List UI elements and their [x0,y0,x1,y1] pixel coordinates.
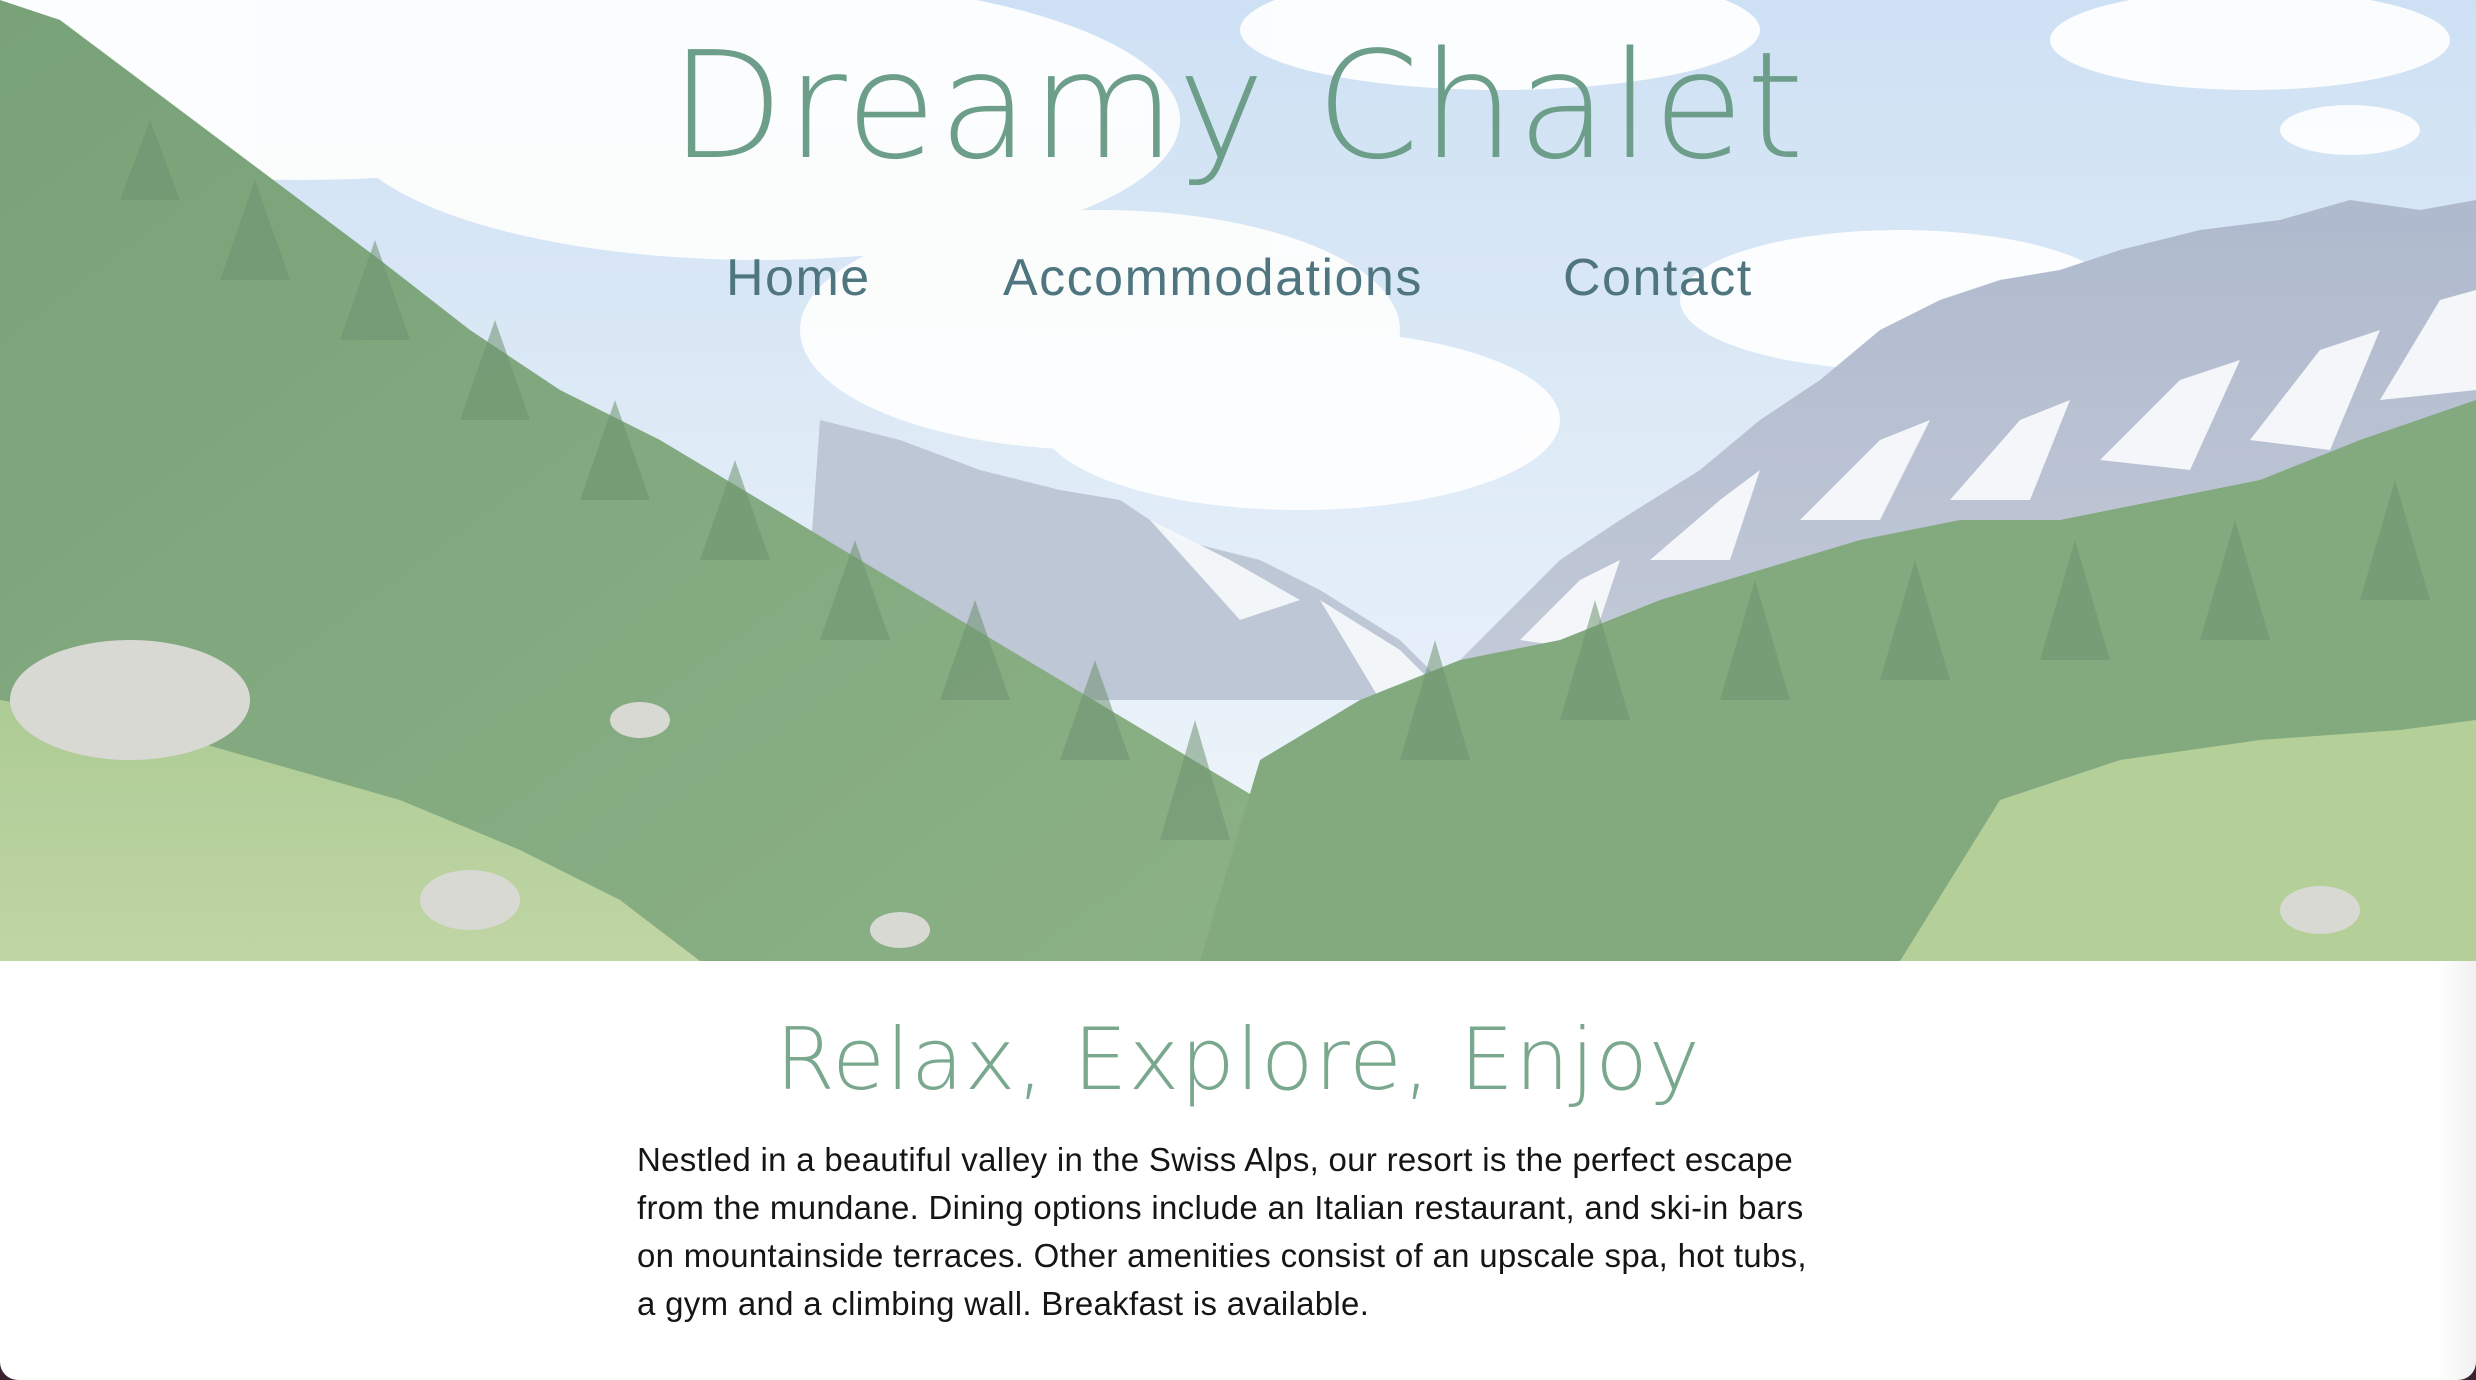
site-title[interactable]: Dreamy Chalet [0,20,2476,192]
edge-shadow [2436,961,2476,1380]
intro-paragraph: Nestled in a beautiful valley in the Swi… [637,1141,1807,1322]
page: Dreamy Chalet Home Accommodations Contac… [0,0,2476,1380]
main-nav: Home Accommodations Contact [0,248,2476,318]
nav-link-home[interactable]: Home [726,248,871,308]
nav-link-accommodations[interactable]: Accommodations [1003,248,1423,308]
section-heading: Relax, Explore, Enjoy [775,1010,1701,1110]
hero-section: Dreamy Chalet Home Accommodations Contac… [0,0,2476,961]
nav-link-contact[interactable]: Contact [1563,248,1753,308]
